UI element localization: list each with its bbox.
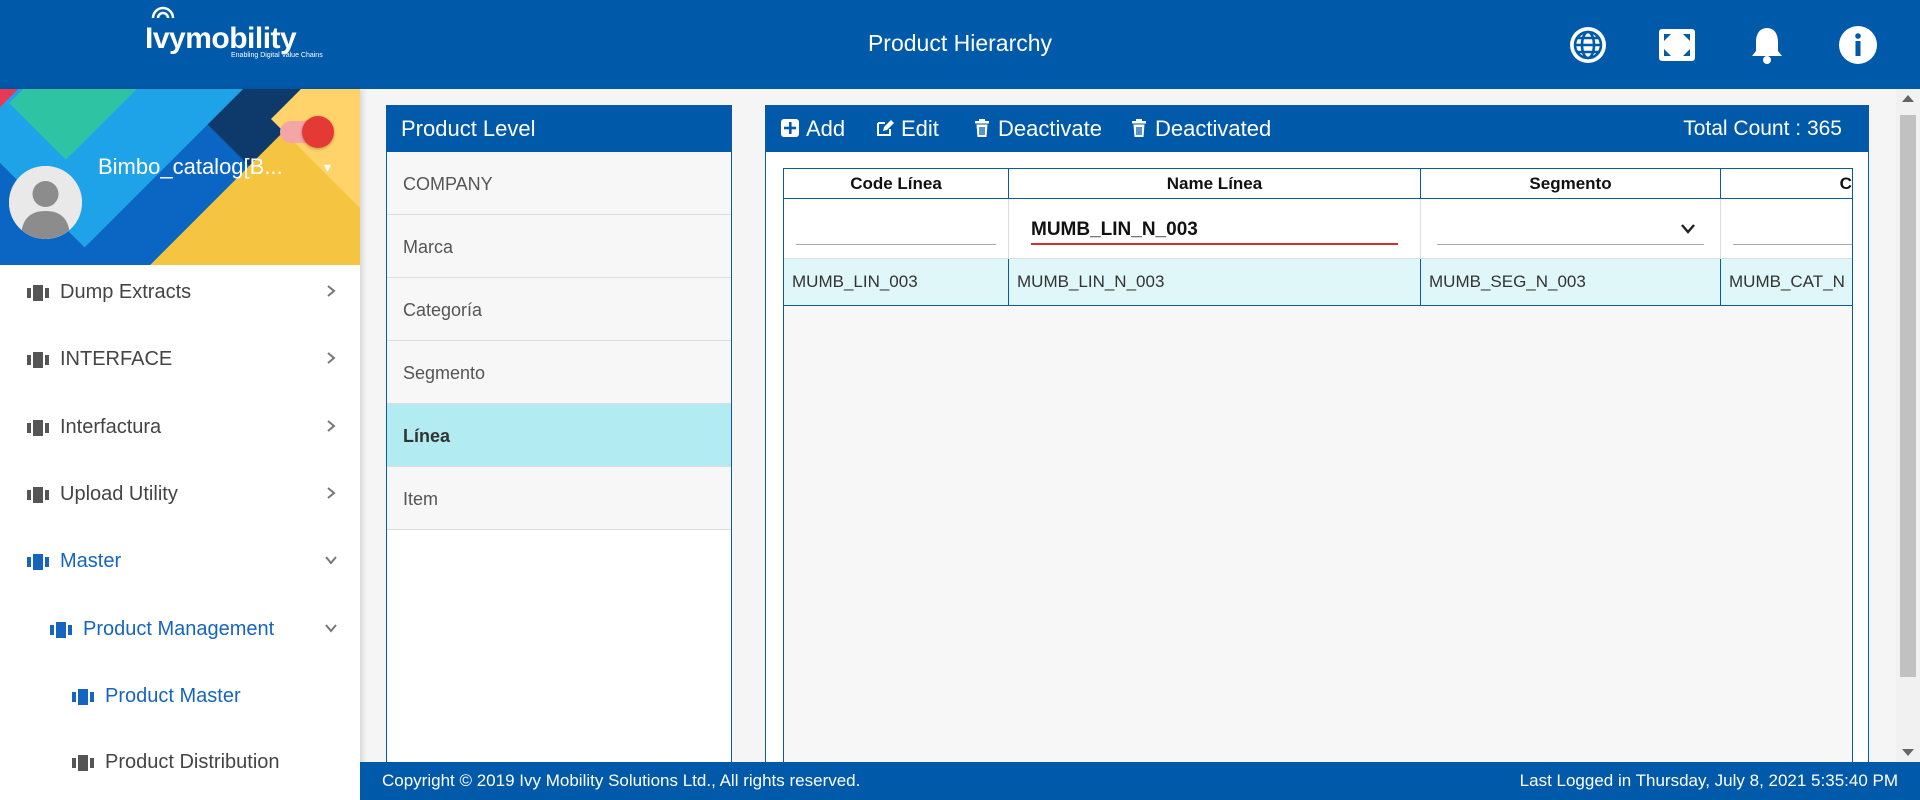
cell-segmento: MUMB_SEG_N_003 — [1421, 259, 1721, 305]
sidebar-item-label: Dump Extracts — [60, 281, 192, 303]
page-scrollbar[interactable] — [1896, 89, 1920, 762]
grid-header-row: Code Línea Name Línea Segmento Ca — [784, 169, 1852, 199]
level-item-linea[interactable]: Línea — [387, 404, 731, 467]
cell-code-linea: MUMB_LIN_003 — [784, 259, 1009, 305]
cell-name-linea: MUMB_LIN_N_003 — [1009, 259, 1421, 305]
sidebar: Bimbo_catalog[B... ▾ Dump Extracts INTER… — [0, 89, 360, 800]
profile-dropdown-icon[interactable]: ▾ — [324, 159, 331, 176]
edit-icon — [877, 120, 894, 136]
logo-tagline: Enabling Digital Value Chains — [231, 52, 323, 59]
module-icon — [27, 285, 49, 301]
scroll-down-arrow[interactable] — [1902, 749, 1914, 756]
scroll-thumb[interactable] — [1900, 115, 1916, 677]
footer: Copyright © 2019 Ivy Mobility Solutions … — [360, 762, 1920, 800]
globe-icon[interactable] — [1567, 24, 1609, 66]
filter-cell — [1721, 199, 1852, 258]
sidebar-item-label: Upload Utility — [60, 483, 178, 505]
sidebar-item-label: Master — [60, 550, 122, 572]
filter-cell — [1009, 199, 1421, 258]
filter-cell — [1421, 199, 1721, 258]
column-header-segmento[interactable]: Segmento — [1421, 169, 1721, 198]
profile-card: Bimbo_catalog[B... ▾ — [0, 89, 360, 265]
avatar[interactable] — [9, 166, 82, 239]
deactivated-button[interactable]: Deactivated — [1129, 116, 1271, 142]
module-icon — [27, 352, 49, 368]
logo-wordmark: Ivymobility — [145, 6, 297, 56]
deactivate-label: Deactivate — [998, 116, 1102, 141]
sidebar-item-label: INTERFACE — [60, 348, 173, 370]
fullscreen-icon[interactable] — [1656, 24, 1698, 66]
sidebar-item-interface[interactable]: INTERFACE — [0, 332, 360, 388]
edit-label: Edit — [901, 116, 939, 141]
level-item-company[interactable]: COMPANY — [387, 152, 731, 215]
info-icon[interactable] — [1837, 24, 1879, 66]
filter-code-linea-input[interactable] — [796, 217, 996, 245]
chevron-right-icon — [327, 487, 336, 499]
sidebar-item-product-master[interactable]: Product Master — [0, 669, 360, 725]
total-count: Total Count : 365 — [1683, 117, 1842, 140]
level-item-segmento[interactable]: Segmento — [387, 341, 731, 404]
copyright-text: Copyright © 2019 Ivy Mobility Solutions … — [382, 771, 861, 790]
product-level-panel: Product Level COMPANY Marca Categoría Se… — [386, 105, 732, 800]
sidebar-item-label: Product Management — [83, 618, 275, 640]
sidebar-item-product-management[interactable]: Product Management — [0, 602, 360, 658]
level-item-marca[interactable]: Marca — [387, 215, 731, 278]
filter-cell — [784, 199, 1009, 258]
scroll-up-arrow[interactable] — [1902, 95, 1914, 102]
module-icon — [72, 755, 94, 771]
module-icon — [50, 622, 72, 638]
chevron-right-icon — [327, 420, 336, 432]
grid-panel: Add Edit Deactivate Deactivated Total Co… — [765, 105, 1869, 800]
add-button[interactable]: Add — [780, 116, 845, 142]
trash-icon — [1132, 119, 1146, 137]
add-label: Add — [806, 116, 846, 141]
last-logged-text: Last Logged in Thursday, July 8, 2021 5:… — [1519, 771, 1898, 790]
chevron-down-icon — [325, 624, 337, 633]
filter-name-linea-input[interactable] — [1031, 217, 1398, 245]
data-grid: Code Línea Name Línea Segmento Ca MUMB_L… — [783, 168, 1853, 800]
chevron-down-icon — [1681, 224, 1695, 234]
module-icon — [27, 420, 49, 436]
profile-name[interactable]: Bimbo_catalog[B... — [98, 154, 288, 180]
bell-icon[interactable] — [1746, 24, 1788, 66]
grid-toolbar: Add Edit Deactivate Deactivated Total Co… — [766, 106, 1868, 152]
column-header-code-linea[interactable]: Code Línea — [784, 169, 1009, 198]
level-item-item[interactable]: Item — [387, 467, 731, 530]
chevron-down-icon — [325, 556, 337, 565]
module-icon — [27, 487, 49, 503]
logo-signal-icon — [151, 6, 175, 19]
table-row[interactable]: MUMB_LIN_003 MUMB_LIN_N_003 MUMB_SEG_N_0… — [784, 259, 1852, 306]
profile-toggle[interactable] — [280, 116, 334, 148]
sidebar-item-upload-utility[interactable]: Upload Utility — [0, 467, 360, 523]
sidebar-item-label: Product Distribution — [105, 751, 280, 773]
product-level-title: Product Level — [387, 106, 731, 152]
module-icon — [27, 554, 49, 570]
trash-icon — [975, 119, 989, 137]
edit-button[interactable]: Edit — [875, 116, 939, 142]
sidebar-item-product-distribution[interactable]: Product Distribution — [0, 735, 360, 791]
filter-categoria-input[interactable] — [1733, 217, 1852, 245]
deactivated-label: Deactivated — [1155, 116, 1272, 141]
sidebar-item-dump-extracts[interactable]: Dump Extracts — [0, 265, 360, 321]
sidebar-item-master[interactable]: Master — [0, 534, 360, 590]
column-header-name-linea[interactable]: Name Línea — [1009, 169, 1421, 198]
sidebar-item-label: Interfactura — [60, 416, 162, 438]
chevron-right-icon — [327, 285, 336, 297]
filter-segmento-select[interactable] — [1437, 217, 1704, 245]
chevron-right-icon — [327, 352, 336, 364]
level-item-categoria[interactable]: Categoría — [387, 278, 731, 341]
column-header-categoria[interactable]: Ca — [1721, 169, 1852, 198]
top-bar: Ivymobility Enabling Digital Value Chain… — [0, 0, 1920, 89]
cell-categoria: MUMB_CAT_N — [1721, 259, 1852, 305]
deactivate-button[interactable]: Deactivate — [972, 116, 1102, 142]
grid-filter-row — [784, 199, 1852, 259]
sidebar-item-label: Product Master — [105, 685, 241, 707]
plus-square-icon — [781, 119, 799, 137]
module-icon — [72, 689, 94, 705]
sidebar-item-interfactura[interactable]: Interfactura — [0, 400, 360, 456]
